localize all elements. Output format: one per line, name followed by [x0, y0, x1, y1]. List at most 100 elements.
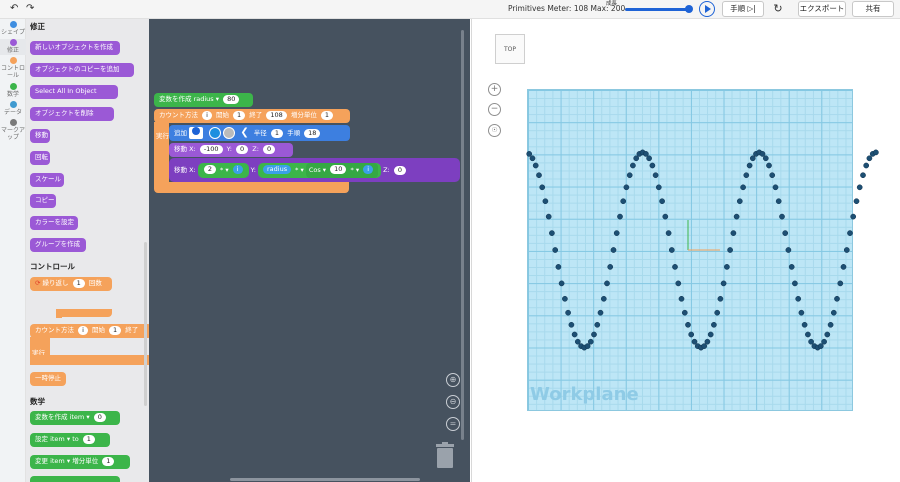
ws-move2-z[interactable]: 0 [393, 165, 406, 175]
category-markup[interactable]: マークアップ [0, 119, 26, 143]
category-shapes[interactable]: シェイプ [0, 21, 26, 37]
zoom-in-icon[interactable]: ⊕ [446, 373, 460, 387]
workplane-grid[interactable] [527, 89, 853, 411]
category-control[interactable]: コントロール [0, 57, 26, 81]
ws-by-value[interactable]: 1 [320, 110, 334, 120]
block-count-with[interactable]: カウント方法 i 開始 1 終了 [30, 324, 149, 338]
category-math[interactable]: 数学 [0, 83, 26, 99]
ws-var-dropdown[interactable]: radius [194, 93, 214, 106]
count-var[interactable]: i [78, 325, 88, 335]
ws-x-multiplier[interactable]: 2 [203, 165, 216, 174]
ws-count-c-bottom [154, 182, 349, 193]
shape-selector-sphere[interactable] [189, 127, 204, 139]
view-zoom-in-button[interactable]: + [488, 83, 501, 96]
ws-block-count-with[interactable]: カウント方法 i 開始 1 終了 108 増分単位 1 [154, 109, 350, 123]
y-label: Y: [250, 166, 256, 174]
ws-steps-value[interactable]: 18 [304, 128, 321, 138]
block-new-object[interactable]: 新しいオブジェクトを作成 [30, 41, 120, 55]
view-cube[interactable]: TOP [495, 34, 525, 64]
workspace-horizontal-scrollbar[interactable] [230, 478, 420, 481]
block-create-variable[interactable]: 変数を作成 item ▾ 0 [30, 411, 120, 425]
ws-create-var-label: 変数を作成 [159, 95, 192, 103]
ws-from-value[interactable]: 1 [233, 110, 246, 120]
z-label: Z: [252, 145, 259, 153]
category-data[interactable]: データ [0, 101, 26, 117]
category-label: 数学 [6, 91, 19, 98]
ws-block-move-2[interactable]: 移動 X: 2 * ▾ i Y: radius * ▾ Cos ▾ 10 * ▾… [169, 158, 460, 182]
set-value[interactable]: 1 [82, 434, 95, 444]
ws-cos-label: Cos [308, 165, 321, 174]
ws-by-label: 増分単位 [290, 111, 317, 119]
ws-var-value[interactable]: 80 [223, 94, 240, 104]
repeat-count[interactable]: 1 [72, 278, 85, 288]
undo-icon[interactable]: ↶ [10, 3, 18, 15]
redo-icon[interactable]: ↷ [26, 3, 34, 15]
block-change[interactable]: 変更 item ▾ 増分単位 1 [30, 455, 130, 469]
count-c-bottom [30, 355, 149, 365]
workspace-vertical-scrollbar[interactable] [461, 30, 464, 440]
collapse-arrow-icon[interactable]: ❮ [240, 127, 248, 138]
view-fit-icon[interactable]: ☉ [488, 124, 501, 137]
color-swatch-blue[interactable] [209, 127, 222, 139]
ws-block-create-variable[interactable]: 変数を作成 radius ▾ 80 [154, 93, 253, 107]
block-pause[interactable]: 一時停止 [30, 372, 66, 386]
ws-y-var-radius[interactable]: radius [262, 165, 292, 174]
block-create-group[interactable]: グループを作成 [30, 238, 86, 252]
block-delete-object[interactable]: オブジェクトを削除 [30, 107, 114, 121]
ws-move1-z[interactable]: 0 [263, 144, 276, 154]
ws-y-expression[interactable]: radius * ▾ Cos ▾ 10 * ▾ i [257, 162, 381, 178]
zoom-reset-icon[interactable]: = [446, 417, 460, 431]
category-label: コントロール [0, 65, 25, 79]
from-value[interactable]: 1 [109, 325, 122, 335]
category-label: シェイプ [0, 29, 25, 36]
zoom-out-icon[interactable]: ⊖ [446, 395, 460, 409]
category-modify[interactable]: 修正 [0, 39, 26, 55]
block-scale[interactable]: スケール [30, 173, 64, 187]
ws-to-value[interactable]: 108 [266, 110, 287, 120]
var-item-dropdown[interactable]: item [70, 411, 85, 424]
y-label: Y: [226, 145, 232, 153]
block-select-all[interactable]: Select All In Object [30, 85, 118, 99]
block-partial[interactable] [30, 476, 120, 482]
block-rotate[interactable]: 回転 [30, 151, 50, 165]
block-copy-object[interactable]: オブジェクトのコピーを追加 [30, 63, 134, 77]
ws-block-move-1[interactable]: 移動 X: -100 Y: 0 Z: 0 [169, 143, 293, 157]
speed-slider-track[interactable] [625, 8, 689, 11]
view-zoom-out-button[interactable]: − [488, 103, 501, 116]
ws-move1-y[interactable]: 0 [236, 144, 249, 154]
change-var-dropdown[interactable]: item [50, 455, 65, 468]
ws-x-expression[interactable]: 2 * ▾ i [197, 162, 249, 178]
ws-move1-x[interactable]: -100 [199, 144, 223, 154]
change-value[interactable]: 1 [102, 456, 115, 466]
from-label: 開始 [91, 326, 105, 334]
step-button[interactable]: 手順 ▷| [722, 1, 764, 17]
reset-icon[interactable]: ↻ [771, 2, 785, 16]
play-button[interactable] [699, 1, 715, 17]
dropdown-arrow-icon: ▾ [223, 165, 229, 174]
block-workspace[interactable] [149, 19, 470, 482]
set-var-dropdown[interactable]: item [50, 433, 65, 446]
ws-radius-value[interactable]: 1 [270, 128, 283, 138]
ws-block-add-shape[interactable]: 追加 ❮ 半径 1 手順 18 [169, 125, 350, 141]
speed-slider-handle[interactable] [685, 5, 693, 13]
share-button[interactable]: 共有 [852, 1, 894, 17]
flyout-scrollbar[interactable] [144, 242, 147, 406]
trash-icon[interactable] [434, 442, 456, 468]
block-move[interactable]: 移動 [30, 129, 50, 143]
block-copy[interactable]: コピー [30, 194, 56, 208]
set-label: 設定 [35, 435, 48, 443]
ws-cos-block[interactable]: Cos ▾ 10 * ▾ i [305, 162, 378, 178]
ws-cos-arg[interactable]: 10 [330, 165, 347, 174]
block-set[interactable]: 設定 item ▾ to 1 [30, 433, 110, 447]
ws-count-var[interactable]: i [202, 110, 212, 120]
block-set-color[interactable]: カラーを設定 [30, 216, 78, 230]
hole-swatch[interactable] [223, 127, 236, 139]
block-flyout: 修正 新しいオブジェクトを作成 オブジェクトのコピーを追加 Select All… [26, 19, 149, 482]
shapes-dot-icon [9, 21, 17, 28]
var-item-value[interactable]: 0 [93, 412, 106, 422]
export-button[interactable]: エクスポート [798, 1, 846, 17]
play-icon [705, 5, 711, 13]
block-repeat[interactable]: ⟳ 繰り返し 1 回数 [30, 277, 112, 291]
ws-cos-var-i[interactable]: i [363, 165, 373, 174]
ws-x-var-i[interactable]: i [232, 165, 243, 174]
